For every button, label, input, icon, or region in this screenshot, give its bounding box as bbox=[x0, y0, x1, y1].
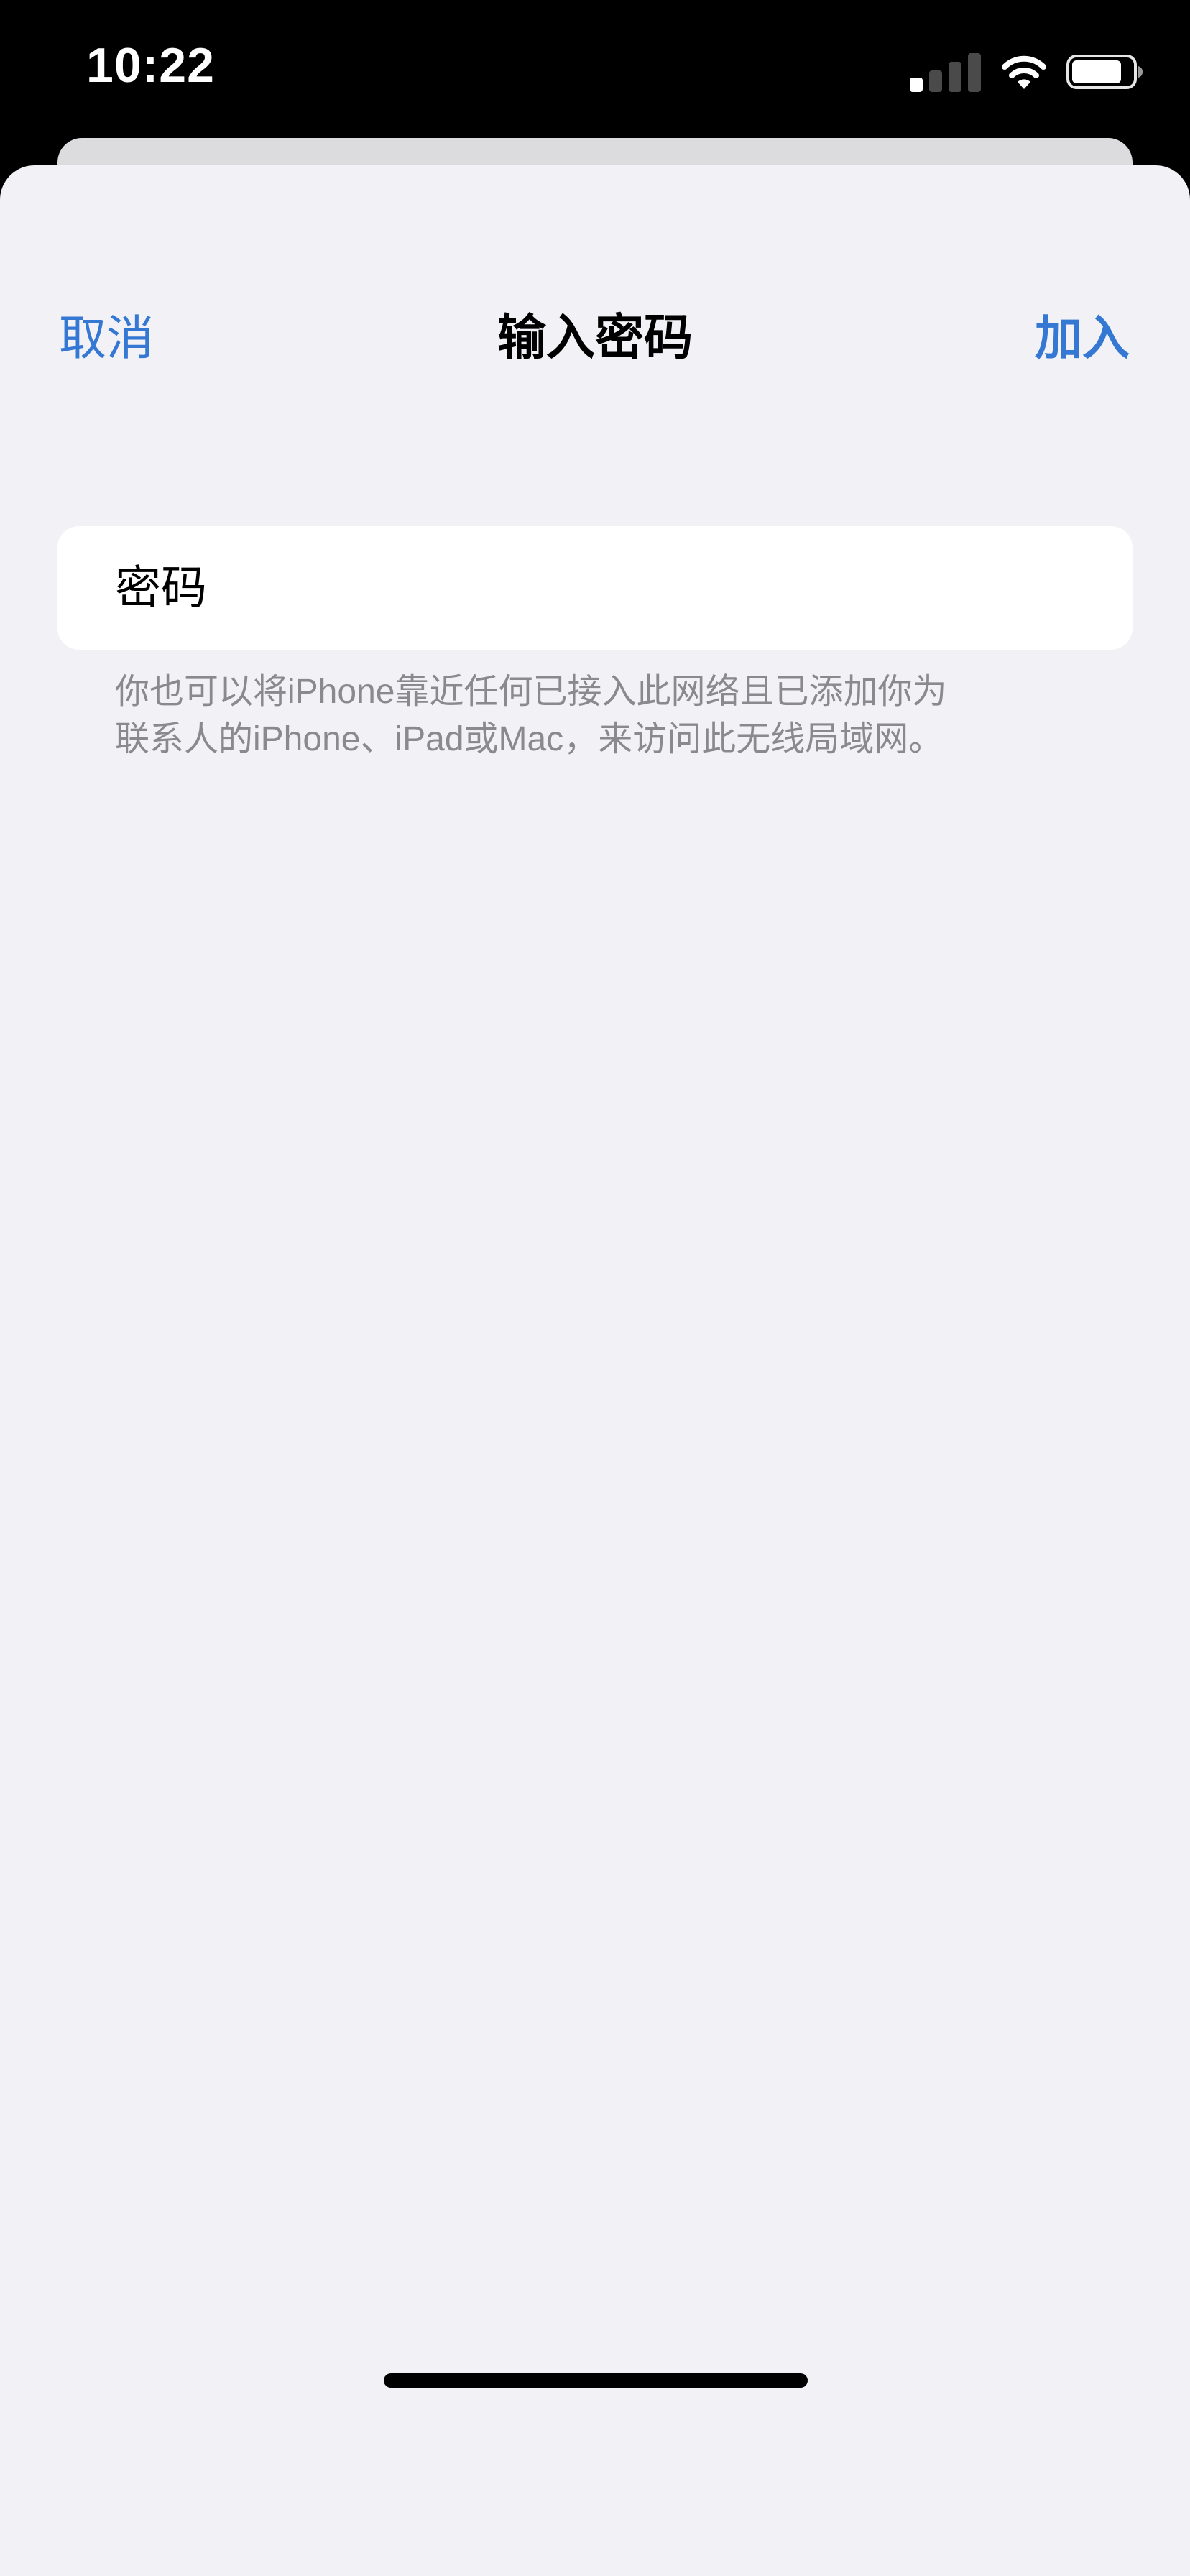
footnote-text: 你也可以将iPhone靠近任何已接入此网络且已添加你为 联系人的iPhone、i… bbox=[115, 668, 1107, 763]
status-bar: 10:22 bbox=[0, 0, 1190, 144]
footnote-line-2: 联系人的iPhone、iPad或Mac，来访问此无线局域网。 bbox=[115, 720, 944, 758]
cellular-signal-icon bbox=[910, 53, 981, 92]
cancel-button[interactable]: 取消 bbox=[59, 295, 154, 381]
battery-icon bbox=[1066, 55, 1143, 89]
navigation-bar: 取消 输入密码 加入 bbox=[0, 295, 1190, 381]
page-title: 输入密码 bbox=[497, 310, 693, 365]
screen: 10:22 取消 输入密码 加入 你也可以将iPhone靠近任何已接入此网络且已… bbox=[0, 0, 1190, 2576]
wifi-icon bbox=[1002, 55, 1046, 89]
password-input[interactable] bbox=[115, 526, 1107, 650]
password-sheet: 取消 输入密码 加入 你也可以将iPhone靠近任何已接入此网络且已添加你为 联… bbox=[0, 165, 1190, 2576]
status-icons bbox=[910, 52, 1144, 92]
home-indicator[interactable] bbox=[384, 2373, 808, 2388]
join-button[interactable]: 加入 bbox=[1035, 295, 1130, 381]
status-time: 10:22 bbox=[86, 38, 215, 93]
password-cell bbox=[57, 526, 1133, 650]
footnote-line-1: 你也可以将iPhone靠近任何已接入此网络且已添加你为 bbox=[115, 673, 947, 711]
